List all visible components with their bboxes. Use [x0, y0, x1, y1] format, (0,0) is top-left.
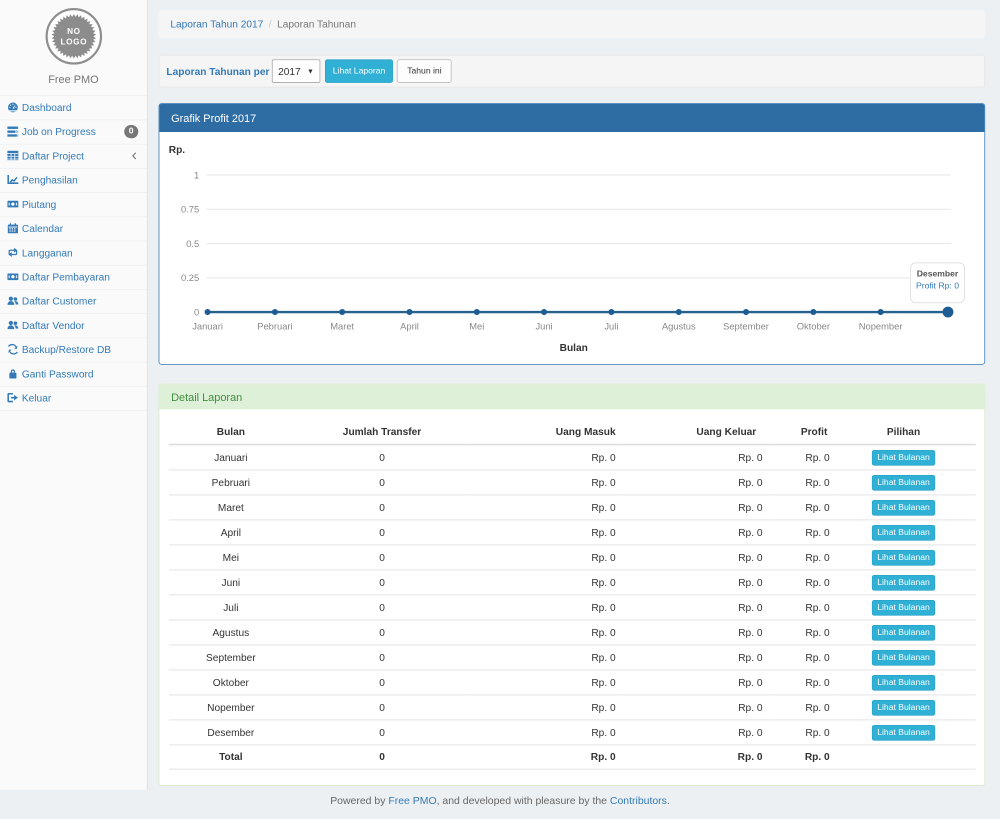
svg-text:0.25: 0.25: [181, 273, 199, 283]
svg-text:0.5: 0.5: [186, 239, 199, 249]
svg-text:0.75: 0.75: [181, 205, 199, 215]
svg-text:Juni: Juni: [535, 321, 552, 331]
svg-text:NO: NO: [67, 27, 81, 36]
svg-text:April: April: [400, 321, 419, 331]
svg-text:1: 1: [194, 170, 199, 180]
svg-text:Oktober: Oktober: [797, 321, 830, 331]
svg-text:Januari: Januari: [192, 321, 223, 331]
svg-text:Juli: Juli: [604, 321, 618, 331]
svg-text:Nopember: Nopember: [859, 321, 903, 331]
svg-text:Mei: Mei: [469, 321, 484, 331]
svg-text:Rp.: Rp.: [169, 145, 186, 156]
svg-text:Bulan: Bulan: [560, 343, 588, 354]
svg-text:Pebruari: Pebruari: [257, 321, 292, 331]
svg-text:Maret: Maret: [330, 321, 354, 331]
svg-text:LOGO: LOGO: [60, 38, 87, 47]
svg-text:September: September: [723, 321, 769, 331]
svg-text:0: 0: [194, 307, 199, 317]
svg-text:Agustus: Agustus: [662, 321, 696, 331]
